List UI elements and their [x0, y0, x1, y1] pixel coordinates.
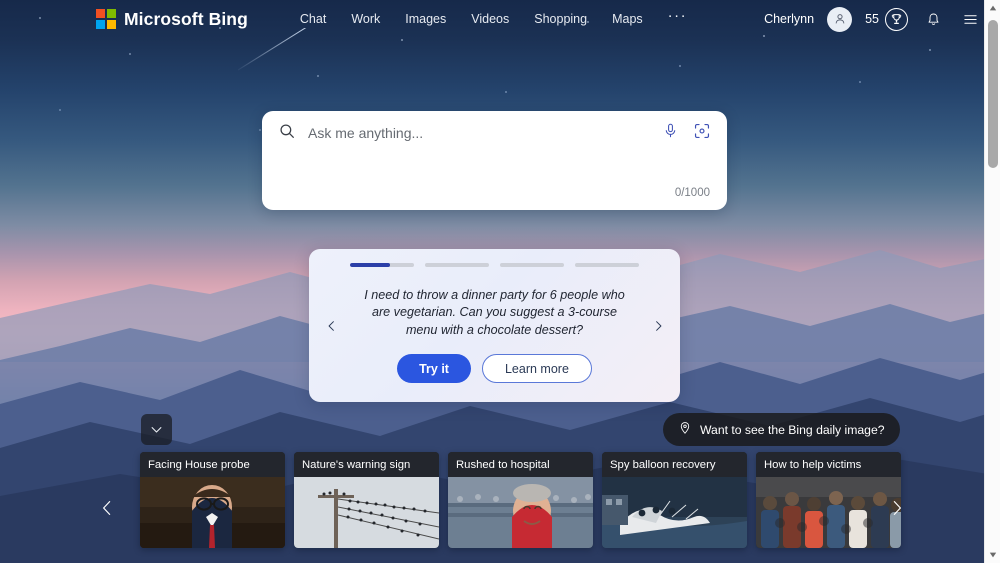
- suggestion-card: I need to throw a dinner party for 6 peo…: [309, 249, 680, 402]
- avatar[interactable]: [827, 6, 853, 32]
- nav-item-videos[interactable]: Videos: [471, 12, 509, 26]
- site-header: Microsoft Bing Chat Work Images Videos S…: [0, 0, 1000, 38]
- nav-item-images[interactable]: Images: [405, 12, 446, 26]
- progress-segment-1[interactable]: [350, 263, 414, 267]
- microphone-icon[interactable]: [662, 122, 679, 144]
- news-card-title: Facing House probe: [140, 452, 285, 477]
- microsoft-logo-icon: [96, 9, 116, 29]
- news-card[interactable]: Rushed to hospital: [448, 452, 593, 548]
- daily-image-prompt[interactable]: Want to see the Bing daily image?: [663, 413, 900, 446]
- learn-more-button[interactable]: Learn more: [481, 354, 592, 383]
- news-card-title: Rushed to hospital: [448, 452, 593, 477]
- news-card[interactable]: Facing House probe: [140, 452, 285, 548]
- page-scrollbar[interactable]: [984, 0, 1000, 563]
- character-counter: 0/1000: [674, 187, 710, 199]
- news-card[interactable]: How to help victims: [756, 452, 901, 548]
- person-icon: [835, 14, 844, 24]
- carousel-progress: [350, 263, 639, 267]
- bing-homepage: Microsoft Bing Chat Work Images Videos S…: [0, 0, 1000, 563]
- progress-segment-3[interactable]: [500, 263, 564, 267]
- news-card-title: How to help victims: [756, 452, 901, 477]
- suggestion-actions: Try it Learn more: [397, 354, 592, 383]
- chevron-right-icon: [893, 501, 901, 515]
- try-it-button[interactable]: Try it: [397, 354, 471, 383]
- progress-segment-2[interactable]: [425, 263, 489, 267]
- news-carousel: Facing House probe Nature's warning sign…: [140, 452, 901, 548]
- collapse-news-button[interactable]: [141, 414, 172, 445]
- news-card-title: Spy balloon recovery: [602, 452, 747, 477]
- chevron-down-icon: [151, 427, 162, 433]
- nav-item-work[interactable]: Work: [351, 12, 380, 26]
- suggestion-next-icon[interactable]: [646, 309, 670, 343]
- scroll-down-button[interactable]: [985, 547, 1000, 563]
- main-nav: Chat Work Images Videos Shopping Maps ··…: [300, 8, 688, 26]
- brand-logo[interactable]: Microsoft Bing: [96, 9, 248, 30]
- nav-item-chat[interactable]: Chat: [300, 12, 326, 26]
- search-icon: [278, 122, 296, 145]
- nav-item-shopping[interactable]: Shopping: [534, 12, 587, 26]
- brand-name: Microsoft Bing: [124, 8, 248, 29]
- rewards-count: 55: [865, 12, 879, 26]
- header-actions: Cherlynn 55: [764, 6, 982, 32]
- search-box: 0/1000: [262, 111, 727, 210]
- news-card-thumbnail: [140, 477, 285, 548]
- news-prev-button[interactable]: [92, 487, 122, 529]
- news-next-button[interactable]: [882, 487, 912, 529]
- rewards-button[interactable]: 55: [865, 7, 908, 31]
- news-card-title: Nature's warning sign: [294, 452, 439, 477]
- daily-image-label: Want to see the Bing daily image?: [700, 422, 885, 437]
- nav-item-maps[interactable]: Maps: [612, 12, 643, 26]
- news-card-thumbnail: [602, 477, 747, 548]
- suggestion-prompt: I need to throw a dinner party for 6 peo…: [364, 287, 625, 337]
- news-card-thumbnail: [294, 477, 439, 548]
- progress-segment-4[interactable]: [575, 263, 639, 267]
- search-input[interactable]: [308, 125, 662, 141]
- chevron-left-icon: [103, 501, 111, 515]
- location-pin-icon: [678, 421, 692, 438]
- scrollbar-thumb[interactable]: [988, 20, 998, 168]
- news-card[interactable]: Spy balloon recovery: [602, 452, 747, 548]
- news-card-thumbnail: [756, 477, 901, 548]
- scroll-up-button[interactable]: [985, 0, 1000, 16]
- suggestion-prev-icon[interactable]: [319, 309, 343, 343]
- notifications-bell-icon[interactable]: [921, 7, 945, 31]
- news-card-thumbnail: [448, 477, 593, 548]
- rewards-trophy-icon: [885, 7, 908, 31]
- visual-search-icon[interactable]: [693, 122, 711, 145]
- user-name: Cherlynn: [764, 12, 815, 26]
- news-card[interactable]: Nature's warning sign: [294, 452, 439, 548]
- hamburger-menu-icon[interactable]: [958, 7, 982, 31]
- nav-more-icon[interactable]: ···: [668, 8, 688, 25]
